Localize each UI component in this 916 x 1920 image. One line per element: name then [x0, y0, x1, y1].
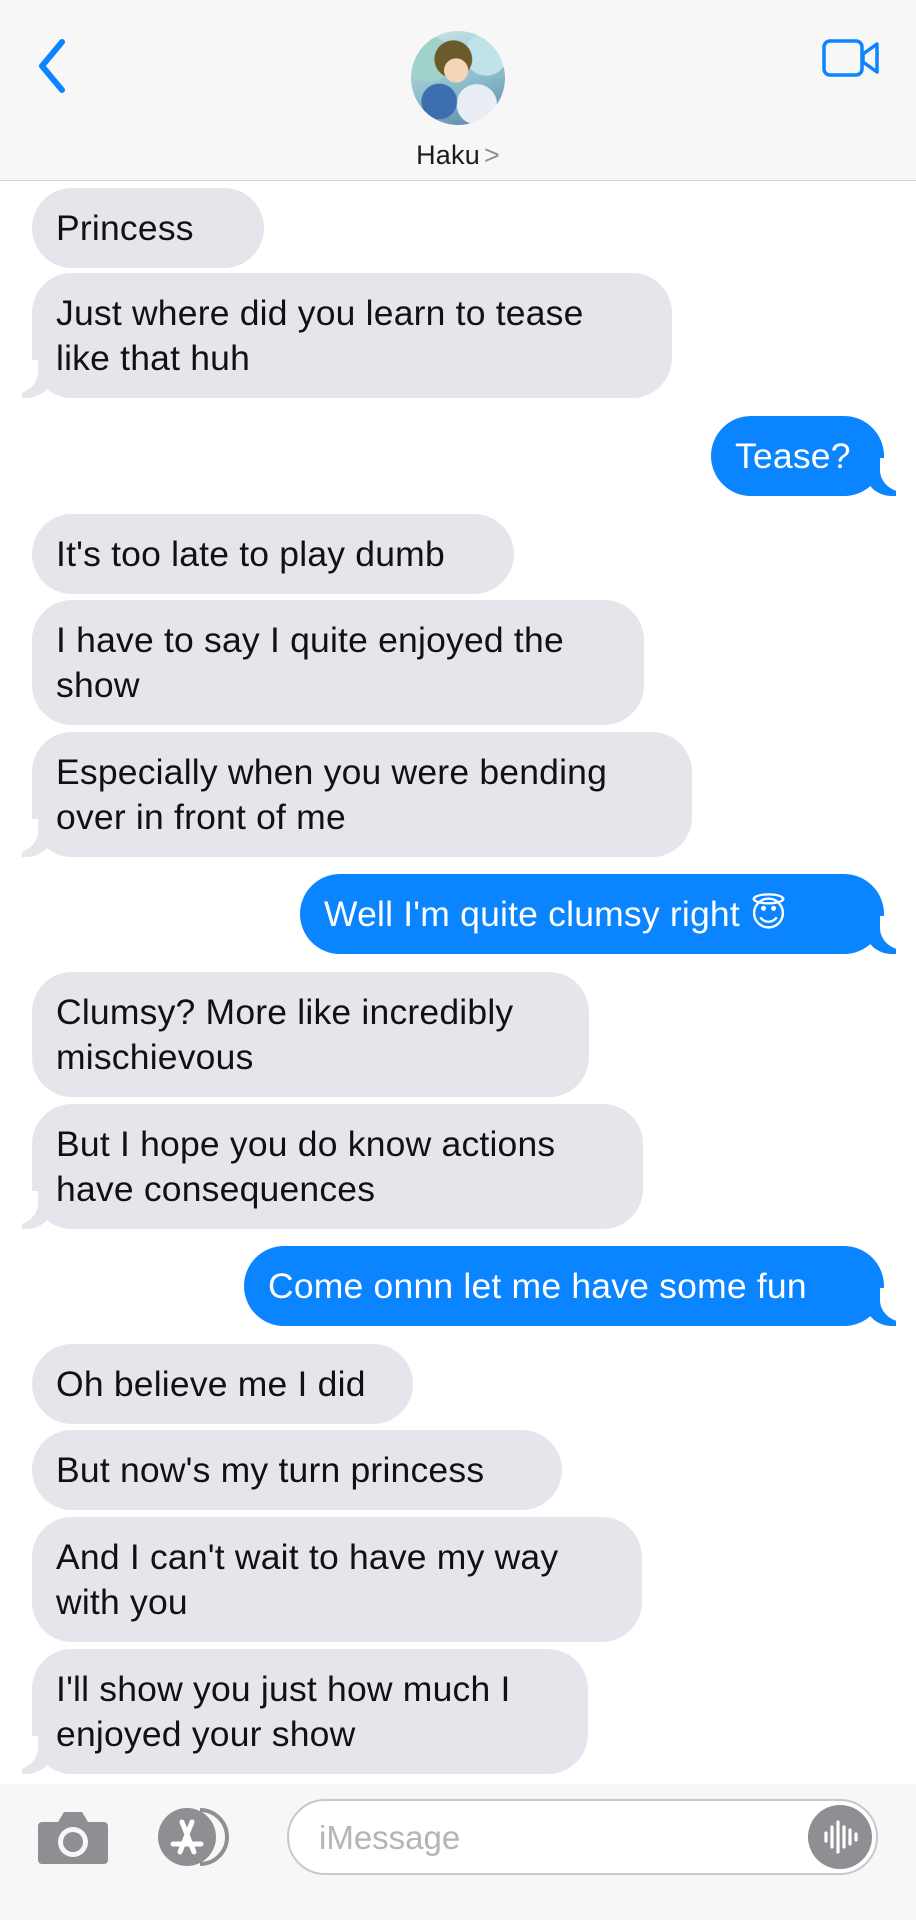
message-bubble[interactable]: Well I'm quite clumsy right 😇 — [300, 874, 884, 954]
bubble-tail — [10, 1191, 52, 1229]
bubble-tail — [10, 360, 52, 398]
message-bubble[interactable]: Princess — [32, 188, 264, 268]
bubble-tail — [866, 916, 908, 954]
message-bubble[interactable]: And I can't wait to have my way with you — [32, 1517, 642, 1642]
message-bubble[interactable]: Clumsy? More like incredibly mischievous — [32, 972, 589, 1097]
message-bubble[interactable]: Especially when you were bending over in… — [32, 732, 692, 857]
bubble-tail — [10, 1736, 52, 1774]
facetime-video-button[interactable] — [822, 38, 880, 78]
message-bubble[interactable]: Tease? — [711, 416, 884, 496]
camera-icon — [38, 1812, 108, 1864]
app-store-button[interactable] — [156, 1806, 242, 1868]
video-camera-icon — [822, 39, 879, 77]
conversation-header: Haku > — [0, 0, 916, 181]
message-bubble[interactable]: But I hope you do know actions have cons… — [32, 1104, 643, 1229]
bubble-tail — [866, 1288, 908, 1326]
contact-name-button[interactable]: Haku > — [0, 140, 916, 171]
chevron-left-icon — [39, 39, 65, 93]
contact-avatar[interactable] — [411, 31, 505, 125]
message-bubble[interactable]: Just where did you learn to tease like t… — [32, 273, 672, 398]
message-bubble[interactable]: It's too late to play dumb — [32, 514, 514, 594]
message-bubble[interactable]: Oh believe me I did — [32, 1344, 413, 1424]
contact-name: Haku — [416, 140, 480, 170]
audio-message-button[interactable] — [808, 1805, 872, 1869]
app-store-icon — [158, 1808, 229, 1866]
imessage-input[interactable]: iMessage — [287, 1799, 878, 1875]
audio-waveform-icon — [824, 1820, 858, 1854]
chevron-right-icon: > — [483, 140, 500, 170]
message-bubble[interactable]: But now's my turn princess — [32, 1430, 562, 1510]
bubble-tail — [10, 819, 52, 857]
bubble-tail — [866, 458, 908, 496]
camera-button[interactable] — [36, 1808, 110, 1866]
back-button[interactable] — [34, 36, 74, 96]
message-bubble[interactable]: I have to say I quite enjoyed the show — [32, 600, 644, 725]
message-bubble[interactable]: I'll show you just how much I enjoyed yo… — [32, 1649, 588, 1774]
input-placeholder: iMessage — [319, 1819, 461, 1856]
message-bubble[interactable]: Come onnn let me have some fun — [244, 1246, 884, 1326]
